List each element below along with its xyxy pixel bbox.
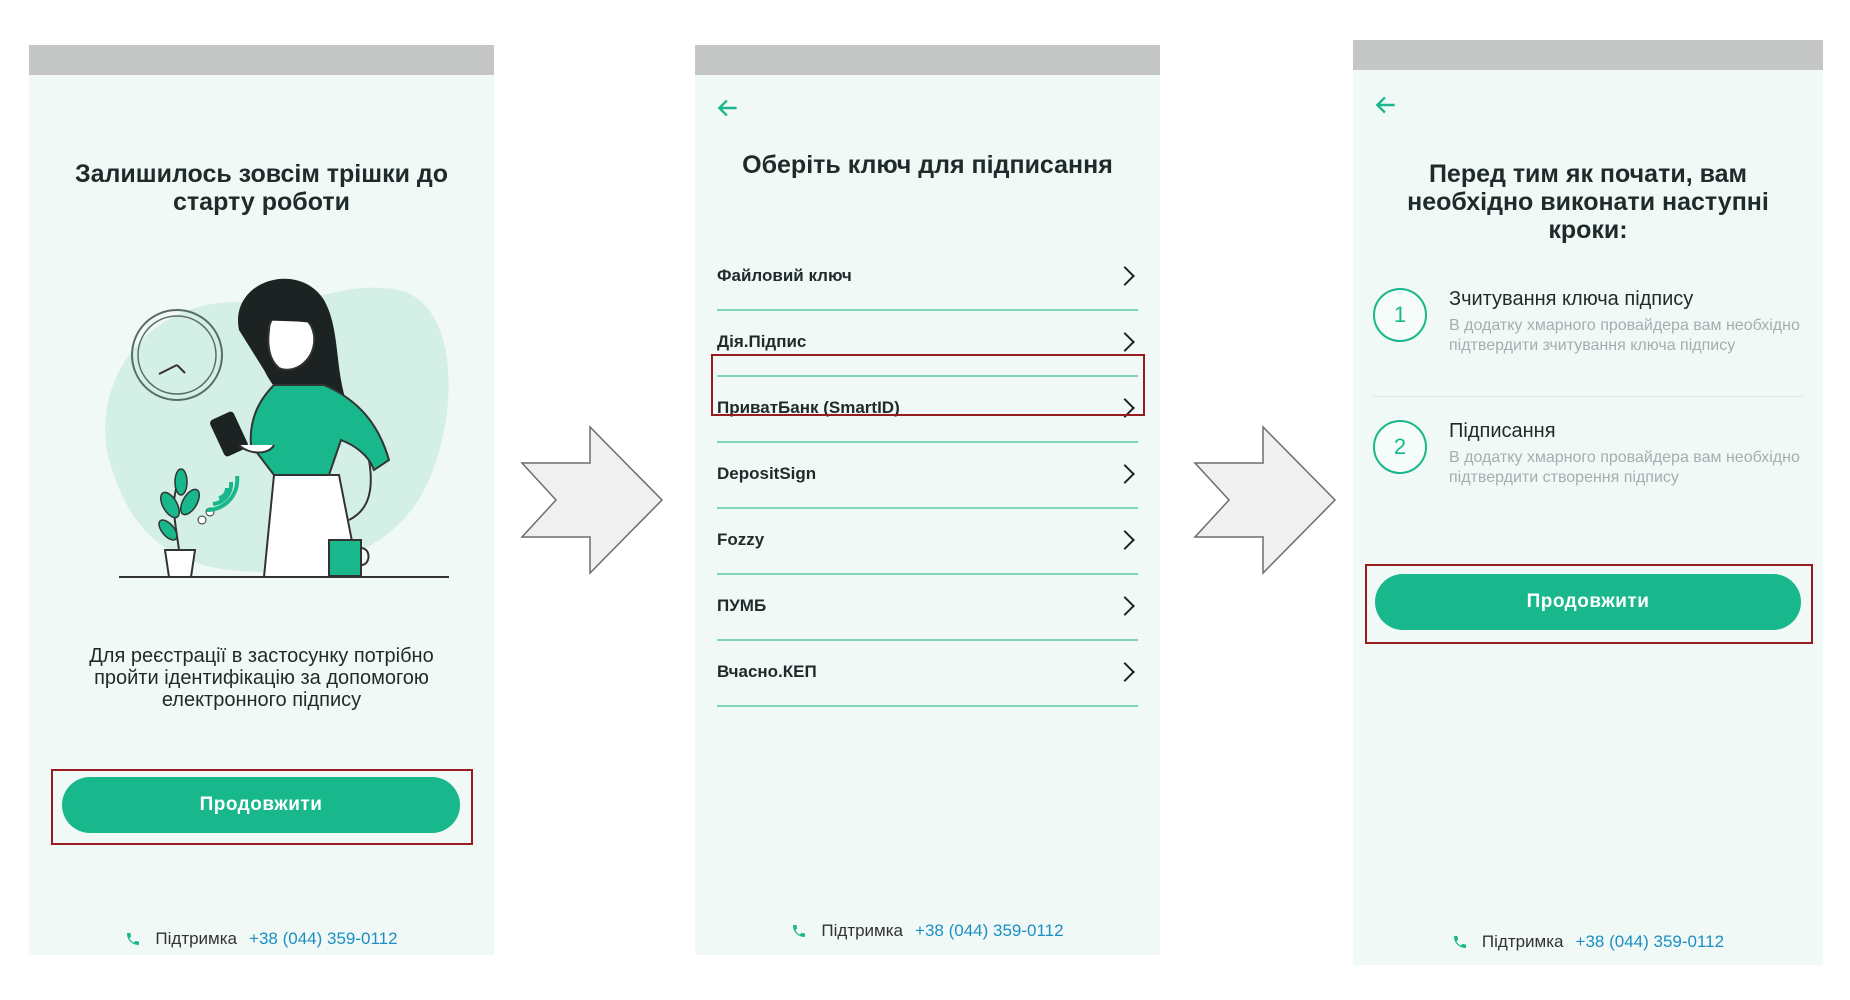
step-description: В додатку хмарного провайдера вам необхі…: [1449, 317, 1800, 354]
step-number-badge: 2: [1373, 420, 1427, 474]
screen-steps-overview: Перед тим як почати, вам необхідно викон…: [1353, 40, 1823, 965]
key-option-label: Вчасно.КЕП: [717, 662, 817, 681]
highlight-frame: [711, 354, 1145, 416]
step-item: 1 Зчитування ключа підпису В додатку хма…: [1373, 288, 1803, 378]
key-option-vchasno[interactable]: Вчасно.КЕП: [717, 639, 1138, 707]
chevron-right-icon: [1115, 530, 1135, 550]
continue-button[interactable]: Продовжити: [62, 777, 460, 833]
support-label: Підтримка: [1481, 932, 1564, 951]
registration-description: Для реєстрації в застосунку потрібно про…: [89, 645, 434, 711]
page-title: Перед тим як почати, вам необхідно викон…: [1407, 160, 1769, 244]
step-number-badge: 1: [1373, 288, 1427, 342]
flow-arrow-icon: [520, 425, 664, 575]
screen-select-key: Оберіть ключ для підписання Файловий клю…: [695, 45, 1160, 955]
support-label: Підтримка: [821, 921, 904, 940]
support-row: Підтримка +38 (044) 359-0112: [1353, 932, 1823, 952]
key-option-file[interactable]: Файловий ключ: [717, 243, 1138, 311]
key-option-label: DepositSign: [717, 464, 817, 483]
key-option-pumb[interactable]: ПУМБ: [717, 573, 1138, 641]
step-title: Підписання: [1449, 420, 1556, 442]
key-option-label: Файловий ключ: [717, 266, 852, 285]
support-row: Підтримка +38 (044) 359-0112: [29, 929, 494, 949]
key-option-label: Fozzy: [717, 530, 765, 549]
woman-with-phone-illustration: [105, 278, 449, 578]
support-label: Підтримка: [155, 929, 238, 948]
step-description: В додатку хмарного провайдера вам необхі…: [1449, 449, 1800, 486]
status-bar: [1353, 40, 1823, 70]
step-item: 2 Підписання В додатку хмарного провайде…: [1373, 420, 1803, 510]
status-bar: [29, 45, 494, 75]
status-bar: [695, 45, 1160, 75]
support-row: Підтримка +38 (044) 359-0112: [695, 921, 1160, 941]
step-title: Зчитування ключа підпису: [1449, 288, 1694, 310]
key-option-label: Дія.Підпис: [717, 332, 807, 351]
phone-icon: [793, 925, 806, 937]
continue-button[interactable]: Продовжити: [1375, 574, 1801, 630]
page-title: Залишилось зовсім трішки до старту робот…: [74, 160, 449, 216]
screen-registration-intro: Залишилось зовсім трішки до старту робот…: [29, 45, 494, 955]
divider: [1373, 396, 1803, 397]
chevron-right-icon: [1115, 596, 1135, 616]
chevron-right-icon: [1115, 266, 1135, 286]
flow-arrow-icon: [1193, 425, 1337, 575]
key-option-fozzy[interactable]: Fozzy: [717, 507, 1138, 575]
phone-icon: [127, 933, 140, 945]
key-option-label: ПУМБ: [717, 596, 767, 615]
phone-icon: [1453, 936, 1466, 948]
support-phone-link[interactable]: +38 (044) 359-0112: [1576, 932, 1725, 952]
chevron-right-icon: [1115, 332, 1135, 352]
back-arrow-icon[interactable]: [1373, 92, 1399, 118]
key-option-depositsign[interactable]: DepositSign: [717, 441, 1138, 509]
support-phone-link[interactable]: +38 (044) 359-0112: [249, 929, 398, 949]
chevron-right-icon: [1115, 464, 1135, 484]
back-arrow-icon[interactable]: [715, 95, 741, 121]
support-phone-link[interactable]: +38 (044) 359-0112: [915, 921, 1064, 941]
chevron-right-icon: [1115, 662, 1135, 682]
page-title: Оберіть ключ для підписання: [742, 151, 1113, 179]
